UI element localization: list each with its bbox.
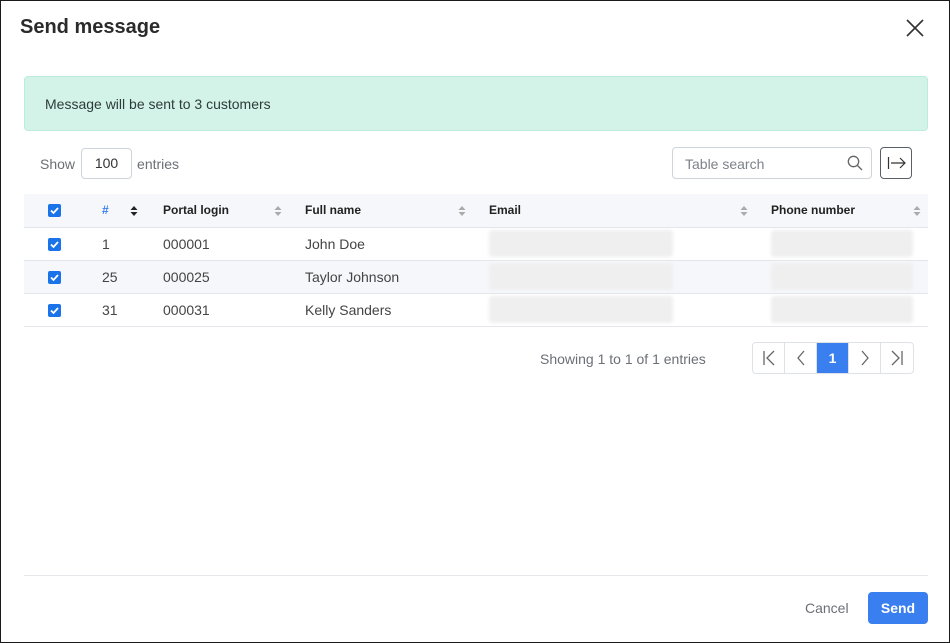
table-row[interactable]: 25 000025 Taylor Johnson xyxy=(24,260,928,294)
send-message-dialog: Send message Message will be sent to 3 c… xyxy=(0,0,950,643)
table-header-row: # Portal login Full name Email Phone num… xyxy=(24,194,928,228)
column-header-email[interactable]: Email xyxy=(489,194,771,228)
prev-page-button[interactable] xyxy=(785,343,817,373)
cell-portal-login: 000001 xyxy=(163,227,305,261)
footer-divider xyxy=(24,575,928,576)
cell-full-name: Kelly Sanders xyxy=(305,293,489,327)
cell-phone-redacted xyxy=(771,230,913,257)
alert-text: Message will be sent to 3 customers xyxy=(45,96,271,112)
column-header-phone-number[interactable]: Phone number xyxy=(771,194,928,228)
table-row[interactable]: 31 000031 Kelly Sanders xyxy=(24,293,928,327)
close-icon[interactable] xyxy=(904,17,926,39)
cell-phone-redacted xyxy=(771,296,913,323)
cell-email-redacted xyxy=(489,230,673,257)
customers-table: # Portal login Full name Email Phone num… xyxy=(24,194,928,327)
sort-icon xyxy=(458,206,466,216)
cell-phone-redacted xyxy=(771,263,913,290)
cell-portal-login: 000031 xyxy=(163,293,305,327)
row-checkbox[interactable] xyxy=(48,271,61,285)
pagination-info: Showing 1 to 1 of 1 entries xyxy=(540,351,706,367)
first-page-icon xyxy=(762,350,774,366)
row-checkbox[interactable] xyxy=(48,304,61,318)
next-page-button[interactable] xyxy=(849,343,881,373)
chevron-left-icon xyxy=(796,350,804,366)
sort-icon xyxy=(274,206,282,216)
column-header-portal-login[interactable]: Portal login xyxy=(163,194,305,228)
search-icon xyxy=(847,155,863,171)
page-button-1[interactable]: 1 xyxy=(817,343,849,373)
cell-full-name: John Doe xyxy=(305,227,489,261)
last-page-icon xyxy=(891,350,903,366)
entries-length-control: Show 100 entries xyxy=(40,148,179,179)
cell-email-redacted xyxy=(489,263,673,290)
select-all-checkbox[interactable] xyxy=(48,204,61,218)
cell-email-redacted xyxy=(489,296,673,323)
export-button[interactable] xyxy=(880,147,912,179)
table-search-input[interactable]: Table search xyxy=(672,147,872,179)
search-placeholder: Table search xyxy=(685,156,765,172)
send-button[interactable]: Send xyxy=(868,592,928,624)
sort-icon xyxy=(913,206,921,216)
select-all-header xyxy=(24,194,84,228)
column-header-full-name[interactable]: Full name xyxy=(305,194,489,228)
dialog-title: Send message xyxy=(20,16,161,38)
entries-label: entries xyxy=(137,155,180,172)
cell-id: 1 xyxy=(84,227,163,261)
cell-full-name: Taylor Johnson xyxy=(305,260,489,294)
row-checkbox[interactable] xyxy=(48,238,61,252)
sort-icon xyxy=(130,206,138,216)
cancel-button[interactable]: Cancel xyxy=(805,600,849,616)
pagination: 1 xyxy=(752,342,914,374)
cell-id: 25 xyxy=(84,260,163,294)
chevron-right-icon xyxy=(861,350,869,366)
arrow-to-right-icon xyxy=(887,157,906,169)
table-row[interactable]: 1 000001 John Doe xyxy=(24,227,928,261)
cell-portal-login: 000025 xyxy=(163,260,305,294)
first-page-button[interactable] xyxy=(753,343,785,373)
cell-id: 31 xyxy=(84,293,163,327)
column-header-id[interactable]: # xyxy=(84,194,163,228)
info-alert: Message will be sent to 3 customers xyxy=(24,76,928,131)
entries-select[interactable]: 100 xyxy=(81,148,133,179)
sort-icon xyxy=(740,206,748,216)
show-label: Show xyxy=(40,155,76,172)
last-page-button[interactable] xyxy=(881,343,913,373)
